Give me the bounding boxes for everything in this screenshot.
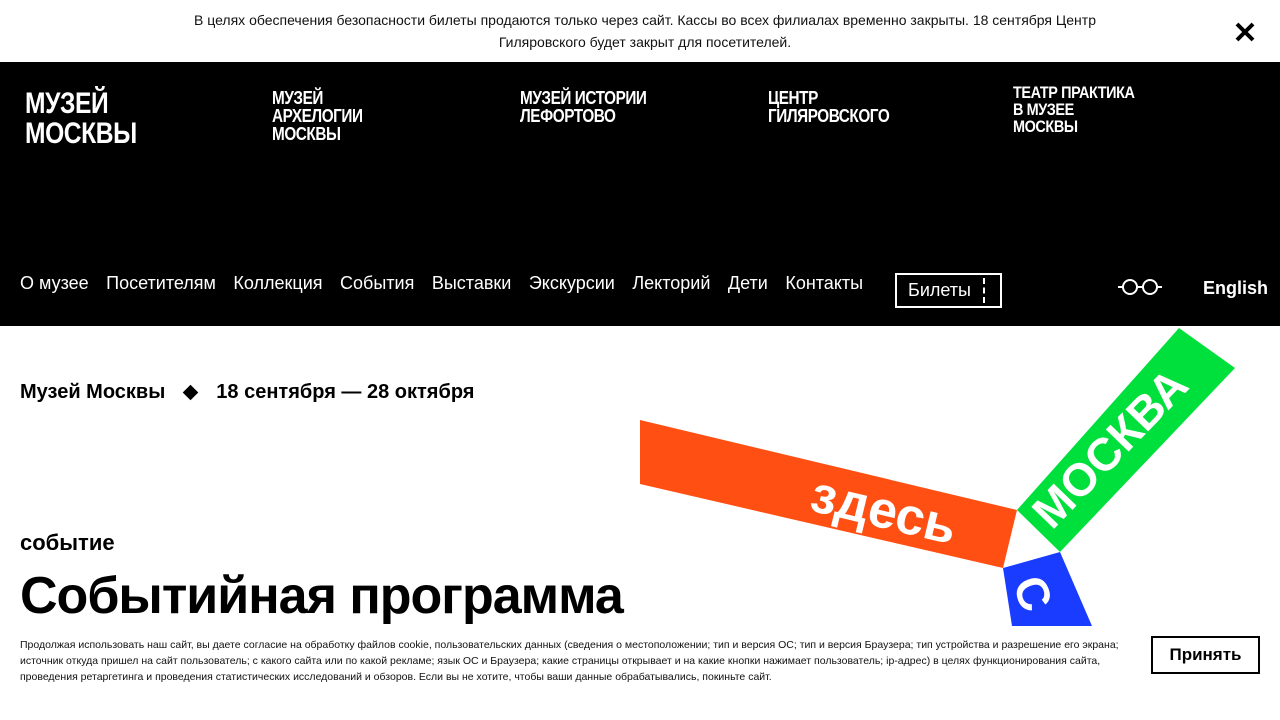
page-title: Событийная программа <box>20 567 624 625</box>
nav-item-visitors[interactable]: Посетителям <box>106 273 216 294</box>
branch-link-gilyarovsky[interactable]: ЦЕНТР ГИЛЯРОВСКОГО <box>768 89 896 125</box>
cookie-text: Продолжая использовать наш сайт, вы дает… <box>20 639 1119 683</box>
close-icon[interactable] <box>1233 20 1257 44</box>
alert-text: В целях обеспечения безопасности билеты … <box>194 12 1096 50</box>
alert-bar: В целях обеспечения безопасности билеты … <box>0 0 1280 62</box>
artwork-word-moskva: МОСКВА <box>1022 358 1198 538</box>
nav-item-events[interactable]: События <box>340 273 414 294</box>
diamond-separator-icon <box>183 384 199 401</box>
cookie-accept-button[interactable]: Принять <box>1151 636 1260 674</box>
branch-link-archeology[interactable]: МУЗЕЙ АРХЕЛОГИИ МОСКВЫ <box>272 89 400 143</box>
main-nav: О музее Посетителям Коллекция События Вы… <box>20 273 881 294</box>
event-meta: Музей Москвы 18 сентября — 28 октября <box>20 381 474 404</box>
branch-link-teatr-praktika[interactable]: ТЕАТР ПРАКТИКА В МУЗЕЕ МОСКВЫ <box>1013 84 1141 135</box>
glasses-icon[interactable] <box>1117 277 1163 302</box>
cookie-consent-bar: Продолжая использовать наш сайт, вы дает… <box>0 626 1280 720</box>
venue-label: Музей Москвы <box>20 381 166 403</box>
branch-link-lefortovo[interactable]: МУЗЕЙ ИСТОРИИ ЛЕФОРТОВО <box>520 89 648 125</box>
date-range: 18 сентября — 28 октября <box>216 381 475 403</box>
moscow-here-artwork: здесь МОСКВА С <box>640 326 1280 626</box>
nav-item-kids[interactable]: Дети <box>728 273 768 294</box>
nav-item-contacts[interactable]: Контакты <box>785 273 863 294</box>
nav-item-lectures[interactable]: Лекторий <box>632 273 710 294</box>
tickets-button[interactable]: Билеты <box>895 273 1002 308</box>
event-category: событие <box>20 530 115 555</box>
nav-item-excursions[interactable]: Экскурсии <box>529 273 615 294</box>
brand-logo-muzey-moskvy[interactable]: МУЗЕЙ МОСКВЫ <box>25 89 156 149</box>
nav-item-collection[interactable]: Коллекция <box>233 273 322 294</box>
language-switch-english[interactable]: English <box>1203 278 1268 299</box>
nav-item-about[interactable]: О музее <box>20 273 89 294</box>
nav-item-exhibitions[interactable]: Выставки <box>432 273 512 294</box>
site-header: МУЗЕЙ МОСКВЫ МУЗЕЙ АРХЕЛОГИИ МОСКВЫ МУЗЕ… <box>0 62 1280 326</box>
